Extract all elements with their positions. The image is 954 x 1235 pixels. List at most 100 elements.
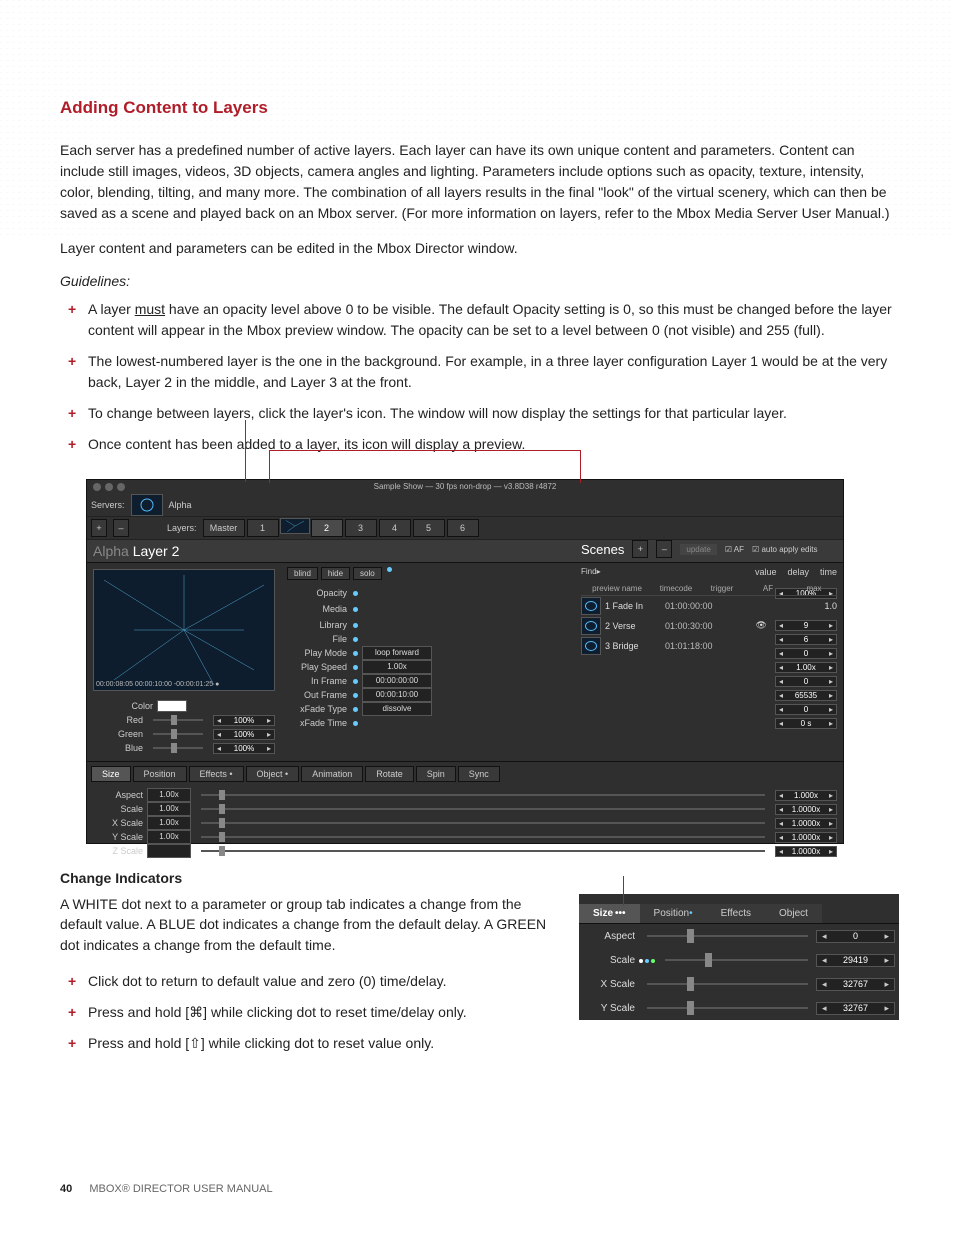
size-row: Scale◂29419▸ <box>579 948 899 972</box>
param-spinner[interactable]: ◂65535▸ <box>775 690 837 701</box>
param-tabs: SizePositionEffects •Object •AnimationRo… <box>87 761 843 786</box>
color-spinner[interactable]: ◂100%▸ <box>213 715 275 726</box>
layer-tab[interactable]: 4 <box>379 519 411 537</box>
window-title: Sample Show — 30 fps non-drop — v3.8D38 … <box>87 482 843 491</box>
tab-size[interactable]: Size••• <box>579 904 640 923</box>
add-server-button[interactable]: + <box>91 519 107 537</box>
param-tab[interactable]: Size <box>91 766 131 782</box>
blind-button[interactable]: blind <box>287 567 318 580</box>
size-spinner[interactable]: ◂1.0000x▸ <box>775 832 837 843</box>
intro-paragraph-2: Layer content and parameters can be edit… <box>60 238 899 259</box>
param-tab[interactable]: Rotate <box>365 766 414 782</box>
param-spinner[interactable]: ◂0▸ <box>775 676 837 687</box>
scenes-panel: Scenes + – update ☑ AF ☑ auto apply edit… <box>581 538 837 656</box>
layers-row: + – Layers: Master123456 <box>87 517 843 540</box>
layer-preview: 00:00:08:05 00:00:10:00 -00:00:01:25 ● <box>93 569 275 691</box>
servers-row: Servers: Alpha <box>87 494 843 517</box>
layer-tab[interactable]: 6 <box>447 519 479 537</box>
layer-tab[interactable]: Master <box>203 519 245 537</box>
scene-row[interactable]: 1 Fade In01:00:00:001.0 <box>581 596 837 616</box>
size-spinner[interactable]: ◂0▸ <box>816 930 895 943</box>
size-slider[interactable] <box>201 836 765 838</box>
add-scene-button[interactable]: + <box>632 540 648 558</box>
param-value-box[interactable]: 1.00x <box>362 660 432 674</box>
size-slider[interactable] <box>201 850 765 852</box>
param-value-box[interactable]: 00:00:10:00 <box>362 688 432 702</box>
size-slider[interactable] <box>647 983 808 985</box>
color-channel-label: Red <box>93 715 143 725</box>
change-dot-icon[interactable] <box>353 679 358 684</box>
layer-tab[interactable]: 3 <box>345 519 377 537</box>
af-checkbox[interactable]: ☑ AF <box>725 545 744 554</box>
solo-button[interactable]: solo <box>353 567 382 580</box>
param-tab[interactable]: Spin <box>416 766 456 782</box>
size-spinner[interactable]: ◂32767▸ <box>816 1002 895 1015</box>
scene-row[interactable]: 2 Verse01:00:30:00 <box>581 616 837 636</box>
size-row: X Scale◂32767▸ <box>579 972 899 996</box>
param-tab[interactable]: Sync <box>458 766 500 782</box>
remove-server-button[interactable]: – <box>113 519 129 537</box>
change-dot-icon[interactable] <box>387 567 392 572</box>
size-slider[interactable] <box>201 794 765 796</box>
find-field[interactable]: Find▸ <box>581 567 601 576</box>
hide-button[interactable]: hide <box>321 567 350 580</box>
size-spinner[interactable]: ◂1.0000x▸ <box>775 804 837 815</box>
auto-apply-checkbox[interactable]: ☑ auto apply edits <box>752 545 817 554</box>
param-tab[interactable]: Animation <box>301 766 363 782</box>
size-spinner[interactable]: ◂32767▸ <box>816 978 895 991</box>
param-spinner[interactable]: ◂0 s▸ <box>775 718 837 729</box>
change-dot-icon[interactable] <box>353 721 358 726</box>
change-dot-icon[interactable] <box>353 623 358 628</box>
param-spinner[interactable]: ◂0▸ <box>775 704 837 715</box>
color-swatch[interactable] <box>157 700 187 712</box>
layer-tab[interactable]: 5 <box>413 519 445 537</box>
size-spinner[interactable]: ◂1.000x▸ <box>775 790 837 801</box>
color-spinner[interactable]: ◂100%▸ <box>213 743 275 754</box>
color-slider[interactable] <box>153 747 203 749</box>
param-label: Play Speed <box>287 662 347 672</box>
param-spinner[interactable]: ◂1.00x▸ <box>775 662 837 673</box>
color-label: Color <box>93 701 153 711</box>
param-tab[interactable]: Object • <box>246 766 300 782</box>
size-slider[interactable] <box>647 935 808 937</box>
param-value-box[interactable]: dissolve <box>362 702 432 716</box>
size-slider[interactable] <box>201 822 765 824</box>
size-row: Y Scale◂32767▸ <box>579 996 899 1020</box>
remove-scene-button[interactable]: – <box>656 540 672 558</box>
change-dot-icon[interactable] <box>353 693 358 698</box>
list-item: Press and hold [⌘] while clicking dot to… <box>60 1002 557 1023</box>
change-dot-icon[interactable] <box>353 607 358 612</box>
tabs: Size••• Position• Effects Object <box>579 904 899 924</box>
layer-tab[interactable]: 2 <box>311 519 343 537</box>
color-slider[interactable] <box>153 733 203 735</box>
scene-row[interactable]: 3 Bridge01:01:18:00 <box>581 636 837 656</box>
servers-label: Servers: <box>91 500 125 510</box>
size-slider[interactable] <box>201 808 765 810</box>
param-tab[interactable]: Position <box>133 766 187 782</box>
change-dot-icon[interactable] <box>353 651 358 656</box>
change-dot-icon[interactable] <box>353 591 358 596</box>
change-dot-icon[interactable] <box>353 707 358 712</box>
size-spinner[interactable]: ◂29419▸ <box>816 954 895 967</box>
tab-effects[interactable]: Effects <box>707 904 765 923</box>
param-value-box[interactable]: 00:00:00:00 <box>362 674 432 688</box>
change-dot-icon[interactable] <box>353 637 358 642</box>
tab-position[interactable]: Position• <box>640 904 707 923</box>
update-button[interactable]: update <box>680 544 716 555</box>
server-name: Alpha <box>169 500 192 510</box>
param-tab[interactable]: Effects • <box>189 766 244 782</box>
layer-tab[interactable]: 1 <box>247 519 279 537</box>
param-value-box[interactable]: loop forward <box>362 646 432 660</box>
list-item: Press and hold [⇧] while clicking dot to… <box>60 1033 557 1054</box>
color-spinner[interactable]: ◂100%▸ <box>213 729 275 740</box>
size-slider-value: 1.00x <box>147 788 191 802</box>
server-thumb[interactable] <box>131 494 163 516</box>
change-dot-icon[interactable] <box>353 665 358 670</box>
tab-object[interactable]: Object <box>765 904 822 923</box>
size-label: Scale <box>93 804 143 814</box>
size-spinner[interactable]: ◂1.0000x▸ <box>775 818 837 829</box>
size-slider[interactable] <box>647 1007 808 1009</box>
size-spinner[interactable]: ◂1.0000x▸ <box>775 846 837 857</box>
color-slider[interactable] <box>153 719 203 721</box>
size-slider[interactable] <box>665 959 808 961</box>
